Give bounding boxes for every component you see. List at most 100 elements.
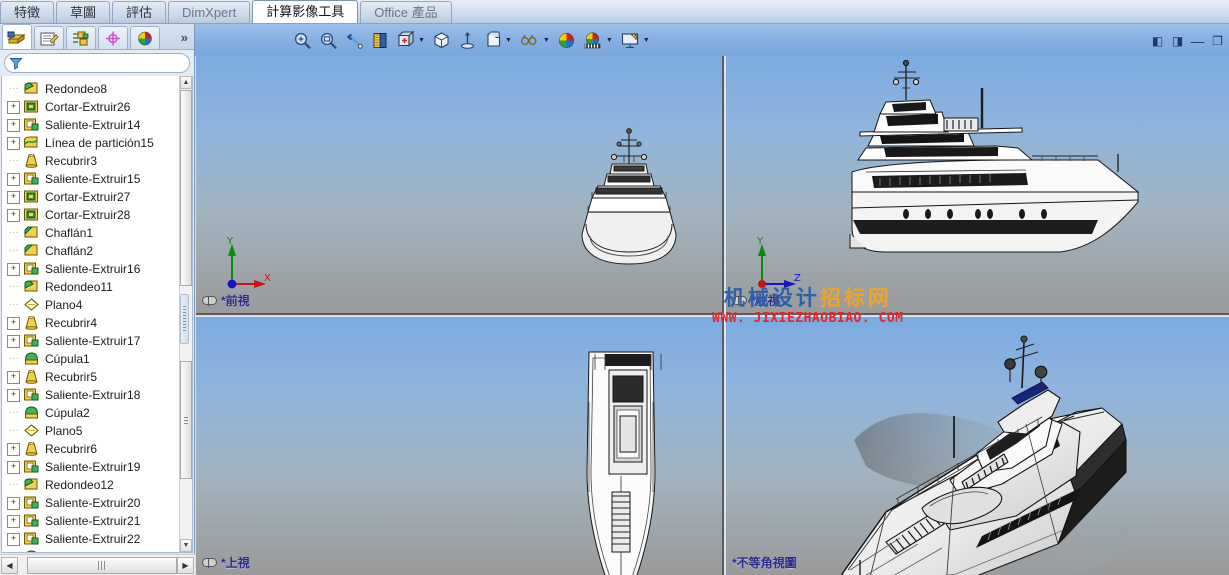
loft-feature-icon [22, 315, 41, 331]
tree-item[interactable]: + Saliente-Extruir16 [4, 260, 179, 278]
tree-item[interactable]: + Saliente-Extruir15 [4, 170, 179, 188]
ribbon-tab-bar: 特徵 草圖 評估 DimXpert 計算影像工具 Office 產品 [0, 0, 1229, 24]
tree-connector: ··· [8, 425, 19, 436]
fillet-feature-icon [22, 279, 41, 295]
tree-item-label: Cúpula1 [45, 352, 90, 366]
feature-manager-panel: » ··· Redondeo8 + Cortar-Extruir26 + Saliente… [0, 24, 195, 575]
tree-item[interactable]: ··· Cúpula3 [4, 548, 179, 552]
tree-expand-toggle[interactable]: + [7, 388, 20, 402]
tree-expand-toggle[interactable]: + [7, 172, 20, 186]
panel-splitter-handle[interactable] [180, 294, 189, 344]
viewport-front[interactable]: Y X *前視 [196, 56, 724, 315]
tree-item[interactable]: ··· Cúpula2 [4, 404, 179, 422]
tree-item[interactable]: + Saliente-Extruir18 [4, 386, 179, 404]
tree-item-label: Saliente-Extruir14 [45, 118, 141, 132]
tree-connector: ··· [8, 353, 19, 364]
dimxpert-manager-tab[interactable] [98, 26, 128, 49]
tree-expand-toggle[interactable]: + [7, 334, 20, 348]
feature-filter-input[interactable] [23, 57, 189, 69]
tree-item[interactable]: + Recubrir6 [4, 440, 179, 458]
display-manager-tab[interactable] [130, 26, 160, 49]
tree-item-label: Línea de partición15 [45, 136, 154, 150]
tree-item[interactable]: + Línea de partición15 [4, 134, 179, 152]
viewport-trimetric[interactable]: Y X *不等角視圖 [726, 317, 1229, 575]
tree-item[interactable]: + Saliente-Extruir14 [4, 116, 179, 134]
tree-item-label: Plano5 [45, 424, 83, 438]
tree-item[interactable]: ··· Chaflán1 [4, 224, 179, 242]
tree-connector: ··· [8, 299, 19, 310]
viewport-label-top: *上視 [202, 554, 250, 571]
tree-connector: ··· [8, 227, 19, 238]
tree-expand-toggle[interactable]: + [7, 316, 20, 330]
tree-expand-toggle[interactable]: + [7, 496, 20, 510]
tree-item[interactable]: ··· Redondeo8 [4, 80, 179, 98]
manager-tab-strip: » [0, 24, 194, 50]
scroll-right-arrow[interactable]: ▶ [177, 556, 194, 574]
feature-tree-hscrollbar[interactable]: ◀ ▶ [0, 554, 195, 575]
dome-feature-icon [22, 351, 41, 367]
tree-expand-toggle[interactable]: + [7, 118, 20, 132]
boss-feature-icon [22, 261, 41, 277]
tree-expand-toggle[interactable]: + [7, 514, 20, 528]
tree-item-label: Chaflán1 [45, 226, 94, 240]
property-manager-tab[interactable] [34, 26, 64, 49]
tree-item[interactable]: ··· Redondeo12 [4, 476, 179, 494]
ribbon-tab-2[interactable]: 評估 [112, 1, 167, 23]
tree-item[interactable]: + Saliente-Extruir17 [4, 332, 179, 350]
tree-item[interactable]: + Cortar-Extruir27 [4, 188, 179, 206]
tree-item[interactable]: + Saliente-Extruir19 [4, 458, 179, 476]
tree-item[interactable]: ··· Recubrir3 [4, 152, 179, 170]
manager-tabs-overflow[interactable]: » [181, 30, 188, 45]
scroll-left-arrow[interactable]: ◀ [1, 556, 18, 574]
lock-icon [202, 557, 217, 568]
tree-item[interactable]: + Saliente-Extruir21 [4, 512, 179, 530]
hscroll-thumb[interactable] [27, 556, 177, 574]
boss-feature-icon [22, 513, 41, 529]
vscroll-thumb-upper[interactable] [180, 90, 192, 286]
viewport-top[interactable]: X Z *上視 [196, 317, 724, 575]
tree-item-label: Cortar-Extruir27 [45, 190, 131, 204]
tree-item-label: Saliente-Extruir16 [45, 262, 141, 276]
tree-item[interactable]: ··· Redondeo11 [4, 278, 179, 296]
tree-item[interactable]: + Saliente-Extruir20 [4, 494, 179, 512]
tree-item[interactable]: + Recubrir5 [4, 368, 179, 386]
ribbon-tab-4[interactable]: 計算影像工具 [252, 0, 359, 23]
tree-item-label: Saliente-Extruir21 [45, 514, 141, 528]
tree-expand-toggle[interactable]: + [7, 370, 20, 384]
tree-expand-toggle[interactable]: + [7, 460, 20, 474]
scroll-up-arrow[interactable]: ▲ [180, 76, 192, 89]
tree-item[interactable]: + Recubrir4 [4, 314, 179, 332]
tree-item[interactable]: + Cortar-Extruir28 [4, 206, 179, 224]
tree-expand-toggle[interactable]: + [7, 190, 20, 204]
ribbon-tab-3[interactable]: DimXpert [168, 1, 251, 23]
tree-expand-toggle[interactable]: + [7, 100, 20, 114]
feature-tree: ··· Redondeo8 + Cortar-Extruir26 + Saliente-E… [2, 76, 179, 552]
viewport-left[interactable]: Y Z *左視 [726, 56, 1229, 315]
tree-item[interactable]: + Cortar-Extruir26 [4, 98, 179, 116]
tree-item[interactable]: + Saliente-Extruir22 [4, 530, 179, 548]
tree-item[interactable]: ··· Chaflán2 [4, 242, 179, 260]
ribbon-tab-5[interactable]: Office 產品 [360, 1, 452, 23]
tree-item[interactable]: ··· Cúpula1 [4, 350, 179, 368]
tree-item[interactable]: ··· Plano5 [4, 422, 179, 440]
hscroll-track[interactable] [19, 556, 177, 574]
vscroll-thumb-lower[interactable] [180, 361, 192, 479]
feature-manager-tab[interactable] [2, 24, 32, 49]
tree-expand-toggle[interactable]: + [7, 136, 20, 150]
ribbon-tab-1[interactable]: 草圖 [56, 1, 111, 23]
loft-feature-icon [22, 369, 41, 385]
tree-expand-toggle[interactable]: + [7, 262, 20, 276]
feature-filter-bar[interactable] [4, 53, 190, 73]
tree-item[interactable]: ··· Plano4 [4, 296, 179, 314]
tree-item-label: Redondeo12 [45, 478, 114, 492]
tree-item-label: Redondeo11 [45, 280, 113, 294]
configuration-manager-tab[interactable] [66, 26, 96, 49]
boss-feature-icon [22, 387, 41, 403]
ribbon-tab-0[interactable]: 特徵 [0, 1, 55, 23]
scroll-down-arrow[interactable]: ▼ [180, 539, 192, 552]
tree-expand-toggle[interactable]: + [7, 442, 20, 456]
boss-feature-icon [22, 459, 41, 475]
tree-expand-toggle[interactable]: + [7, 532, 20, 546]
viewport-label-trimetric: *不等角視圖 [732, 554, 797, 571]
tree-expand-toggle[interactable]: + [7, 208, 20, 222]
